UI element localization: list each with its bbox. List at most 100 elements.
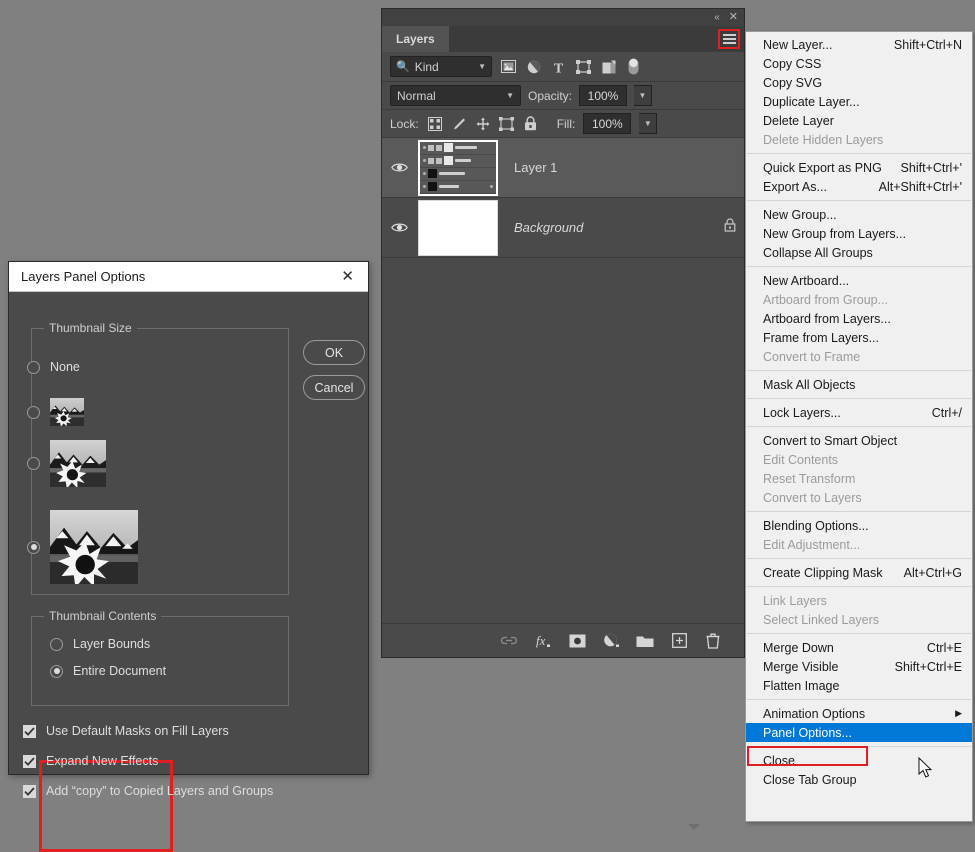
lock-image-pixels-icon[interactable]: [451, 116, 467, 132]
menu-item-mask-all-objects[interactable]: Mask All Objects: [746, 375, 972, 394]
menu-item-artboard-from-layers[interactable]: Artboard from Layers...: [746, 309, 972, 328]
menu-separator: [747, 266, 971, 267]
layer-thumbnail[interactable]: [416, 139, 500, 196]
menu-separator: [747, 398, 971, 399]
menu-item-copy-svg[interactable]: Copy SVG: [746, 73, 972, 92]
layer-name-label[interactable]: Layer 1: [500, 160, 736, 175]
radio-thumbnail-large[interactable]: [27, 510, 138, 584]
menu-item-merge-down[interactable]: Merge Down Ctrl+E: [746, 638, 972, 657]
menu-item-new-layer[interactable]: New Layer... Shift+Ctrl+N: [746, 35, 972, 54]
menu-item-duplicate-layer[interactable]: Duplicate Layer...: [746, 92, 972, 111]
menu-item-new-group-from-layers[interactable]: New Group from Layers...: [746, 224, 972, 243]
menu-item-new-artboard[interactable]: New Artboard...: [746, 271, 972, 290]
close-panel-icon[interactable]: ✕: [729, 12, 738, 23]
opacity-scrubber-caret[interactable]: ▼: [634, 85, 653, 106]
menu-item-shortcut: Shift+Ctrl+': [900, 160, 962, 175]
cancel-button[interactable]: Cancel: [303, 375, 365, 400]
mouse-cursor: [918, 757, 933, 778]
adjustment-filter-icon[interactable]: [525, 58, 542, 75]
menu-item-label: Close Tab Group: [763, 772, 857, 787]
menu-item-copy-css[interactable]: Copy CSS: [746, 54, 972, 73]
blend-mode-select[interactable]: Normal ▼: [390, 85, 521, 106]
menu-separator: [747, 426, 971, 427]
menu-item-quick-export-as-png[interactable]: Quick Export as PNG Shift+Ctrl+': [746, 158, 972, 177]
image-filter-icon[interactable]: [500, 58, 517, 75]
menu-item-convert-to-smart-object[interactable]: Convert to Smart Object: [746, 431, 972, 450]
menu-item-animation-options[interactable]: Animation Options ▶: [746, 704, 972, 723]
radio-entire-document[interactable]: Entire Document: [50, 664, 166, 678]
radio-layer-bounds[interactable]: Layer Bounds: [50, 637, 150, 651]
menu-separator: [747, 370, 971, 371]
lock-artboard-nesting-icon[interactable]: [499, 116, 515, 132]
menu-item-blending-options[interactable]: Blending Options...: [746, 516, 972, 535]
lock-all-icon[interactable]: [523, 116, 539, 132]
menu-item-label: Merge Visible: [763, 659, 839, 674]
lock-transparent-pixels-icon[interactable]: [427, 116, 443, 132]
thumbnail-contents-legend: Thumbnail Contents: [44, 609, 162, 623]
layers-panel-context-menu[interactable]: New Layer... Shift+Ctrl+N Copy CSS Copy SVG…: [745, 31, 973, 822]
menu-item-label: Reset Transform: [763, 471, 856, 486]
menu-item-new-group[interactable]: New Group...: [746, 205, 972, 224]
link-layers-icon[interactable]: [500, 632, 518, 650]
checkbox-use-default-masks[interactable]: Use Default Masks on Fill Layers: [23, 724, 229, 738]
menu-item-label: New Group from Layers...: [763, 226, 907, 241]
menu-item-panel-options[interactable]: Panel Options...: [746, 723, 972, 742]
checkbox-expand-new-effects[interactable]: Expand New Effects: [23, 754, 158, 768]
close-icon[interactable]: ✕: [337, 267, 358, 286]
ok-button[interactable]: OK: [303, 340, 365, 365]
svg-text:fx: fx: [536, 633, 546, 648]
menu-item-frame-from-layers[interactable]: Frame from Layers...: [746, 328, 972, 347]
table-row[interactable]: Layer 1: [382, 138, 744, 198]
radio-thumbnail-medium[interactable]: [27, 440, 106, 487]
new-group-icon[interactable]: [636, 632, 654, 650]
menu-item-merge-visible[interactable]: Merge Visible Shift+Ctrl+E: [746, 657, 972, 676]
filter-kind-select[interactable]: 🔍 Kind ▼: [390, 56, 492, 77]
menu-item-convert-to-layers: Convert to Layers: [746, 488, 972, 507]
fill-scrubber-caret[interactable]: ▼: [639, 113, 658, 134]
add-layer-style-fx-icon[interactable]: fx: [534, 632, 552, 650]
fill-input[interactable]: 100%: [583, 113, 632, 134]
shape-filter-icon[interactable]: [575, 58, 592, 75]
menu-item-delete-hidden-layers: Delete Hidden Layers: [746, 130, 972, 149]
panel-menu-button[interactable]: [718, 29, 740, 49]
menu-separator: [747, 153, 971, 154]
type-filter-icon[interactable]: T: [550, 58, 567, 75]
layer-visibility-toggle[interactable]: [382, 222, 416, 233]
blend-mode-value: Normal: [397, 88, 436, 103]
radio-thumbnail-none[interactable]: None: [27, 360, 80, 374]
menu-item-label: Lock Layers...: [763, 405, 841, 420]
radio-thumbnail-small[interactable]: [27, 398, 84, 426]
layer-name-label[interactable]: Background: [500, 220, 724, 235]
menu-item-delete-layer[interactable]: Delete Layer: [746, 111, 972, 130]
collapse-panel-icon[interactable]: «: [714, 12, 720, 23]
menu-item-close[interactable]: Close: [746, 751, 972, 770]
blend-mode-row: Normal ▼ Opacity: 100% ▼: [382, 82, 744, 110]
lock-position-icon[interactable]: [475, 116, 491, 132]
delete-layer-icon[interactable]: [704, 632, 722, 650]
new-adjustment-layer-icon[interactable]: [602, 632, 620, 650]
menu-item-flatten-image[interactable]: Flatten Image: [746, 676, 972, 695]
table-row[interactable]: Background: [382, 198, 744, 258]
new-layer-icon[interactable]: [670, 632, 688, 650]
lock-row: Lock: Fill: 100% ▼: [382, 110, 744, 138]
menu-item-collapse-all-groups[interactable]: Collapse All Groups: [746, 243, 972, 262]
dialog-title: Layers Panel Options: [21, 269, 146, 284]
add-layer-mask-icon[interactable]: [568, 632, 586, 650]
layers-panel-options-dialog: Layers Panel Options ✕ Thumbnail Size No…: [8, 261, 369, 852]
tab-layers[interactable]: Layers: [382, 26, 449, 52]
chevron-right-icon: ▶: [955, 708, 962, 718]
opacity-label: Opacity:: [528, 88, 573, 103]
smart-object-filter-icon[interactable]: [600, 58, 617, 75]
menu-item-lock-layers[interactable]: Lock Layers... Ctrl+/: [746, 403, 972, 422]
menu-item-close-tab-group[interactable]: Close Tab Group: [746, 770, 972, 789]
opacity-input[interactable]: 100%: [579, 85, 628, 106]
menu-item-export-as[interactable]: Export As... Alt+Shift+Ctrl+': [746, 177, 972, 196]
radio-circle-icon: [50, 664, 63, 678]
thumbnail-preview-large: [50, 510, 138, 584]
checkmark-icon: [23, 784, 36, 798]
menu-item-create-clipping-mask[interactable]: Create Clipping Mask Alt+Ctrl+G: [746, 563, 972, 582]
layer-thumbnail[interactable]: [416, 199, 500, 256]
checkbox-add-copy-suffix[interactable]: Add “copy” to Copied Layers and Groups: [23, 784, 273, 798]
layer-visibility-toggle[interactable]: [382, 162, 416, 173]
filter-toggle-switch[interactable]: [625, 58, 642, 75]
